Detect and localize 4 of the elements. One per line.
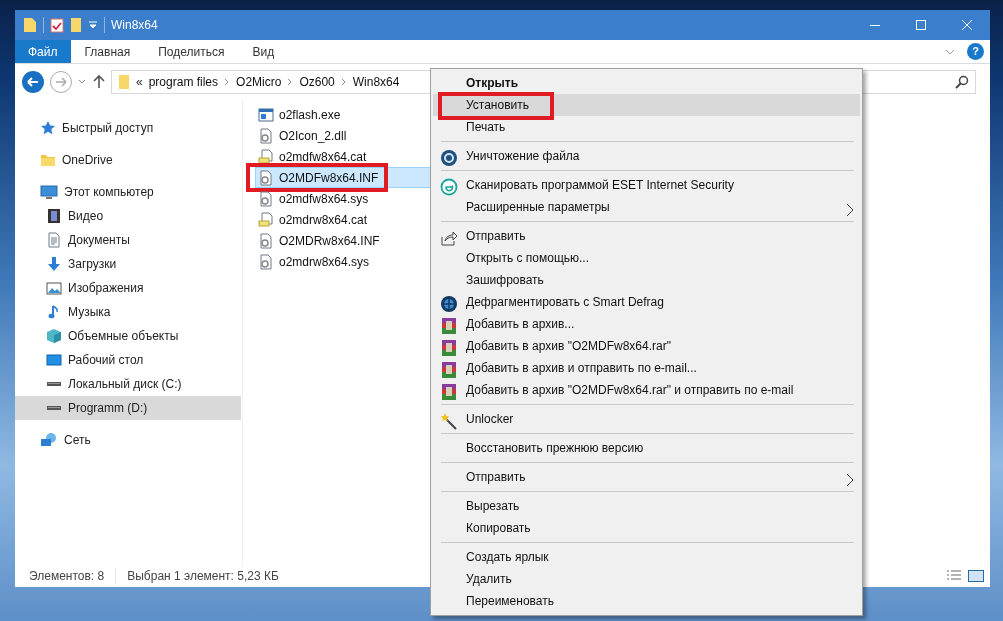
- item-count: Элементов: 8: [29, 568, 105, 585]
- selection-info: Выбран 1 элемент: 5,23 КБ: [127, 568, 279, 585]
- window-title: Win8x64: [111, 17, 158, 34]
- overflow-marker: «: [136, 74, 143, 91]
